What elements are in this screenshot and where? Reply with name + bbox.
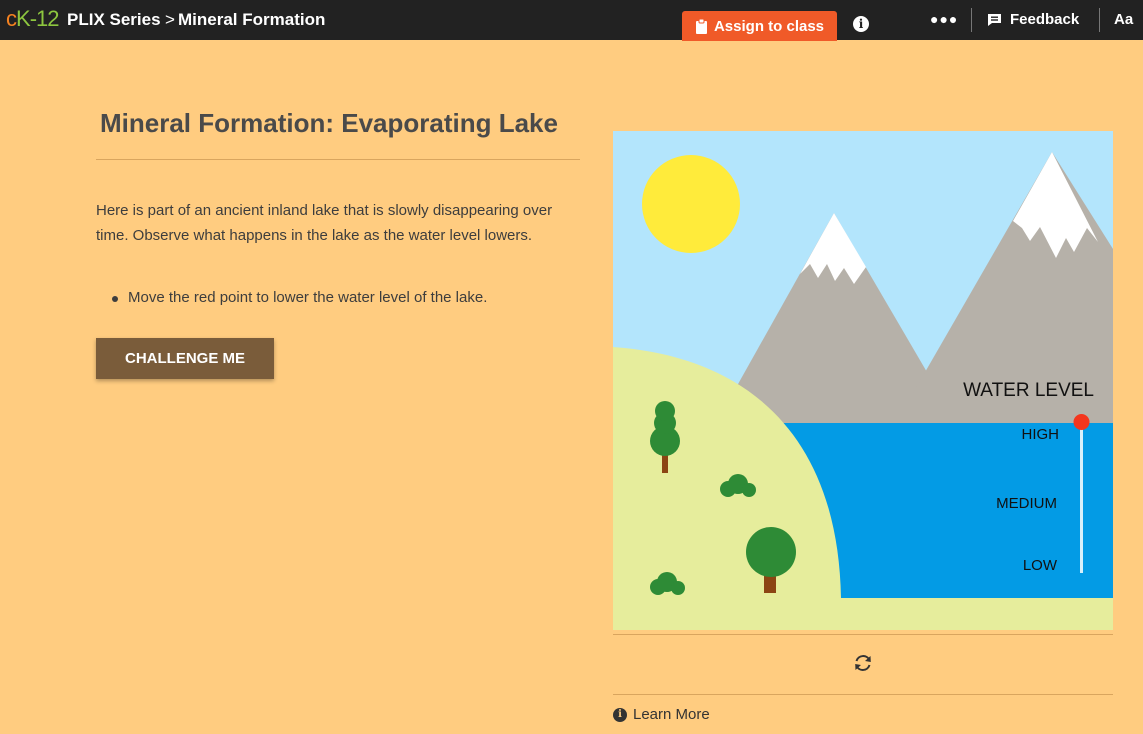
title-divider [96, 159, 580, 160]
breadcrumb-series[interactable]: PLIX Series [67, 10, 161, 30]
breadcrumb-separator: > [165, 10, 175, 29]
learn-more-link[interactable]: i Learn More [613, 706, 710, 723]
page-title: Mineral Formation: Evaporating Lake [100, 108, 558, 138]
water-level-slider-handle[interactable] [1073, 414, 1090, 430]
water-level-slider-track[interactable] [1080, 423, 1083, 573]
feedback-button[interactable]: Feedback [987, 11, 1079, 28]
reset-icon[interactable] [852, 652, 874, 674]
level-high-label: HIGH [1022, 426, 1060, 443]
water-level-label: WATER LEVEL [963, 380, 1094, 401]
sim-divider-top [613, 634, 1113, 635]
feedback-label: Feedback [1010, 11, 1080, 28]
ck12-logo[interactable]: cK-12 [6, 6, 59, 32]
assign-to-class-button[interactable]: Assign to class [682, 11, 837, 41]
assign-label: Assign to class [713, 17, 825, 35]
level-low-label: LOW [1023, 557, 1058, 574]
info-icon[interactable]: i [853, 16, 869, 32]
breadcrumb-title: Mineral Formation [178, 10, 326, 29]
info-icon: i [613, 707, 627, 722]
sun [642, 155, 740, 253]
level-medium-label: MEDIUM [996, 495, 1057, 512]
divider [971, 8, 972, 32]
bullet-dot [112, 296, 118, 302]
text-size-button[interactable]: Aa [1114, 11, 1133, 28]
divider [1099, 8, 1100, 32]
more-options-icon[interactable]: ●●● [930, 11, 958, 27]
challenge-me-button[interactable]: CHALLENGE ME [96, 338, 274, 379]
lake-simulation: WATER LEVEL HIGH MEDIUM LOW [613, 131, 1113, 630]
feedback-icon [988, 13, 1001, 26]
learn-more-label: Learn More [633, 706, 710, 723]
sim-divider-bottom [613, 694, 1113, 695]
instruction-bullet: Move the red point to lower the water le… [128, 289, 488, 306]
description: Here is part of an ancient inland lake t… [96, 202, 553, 244]
clipboard-icon [695, 18, 707, 34]
top-bar: cK-12 PLIX Series > Mineral Formation As… [0, 0, 1143, 41]
